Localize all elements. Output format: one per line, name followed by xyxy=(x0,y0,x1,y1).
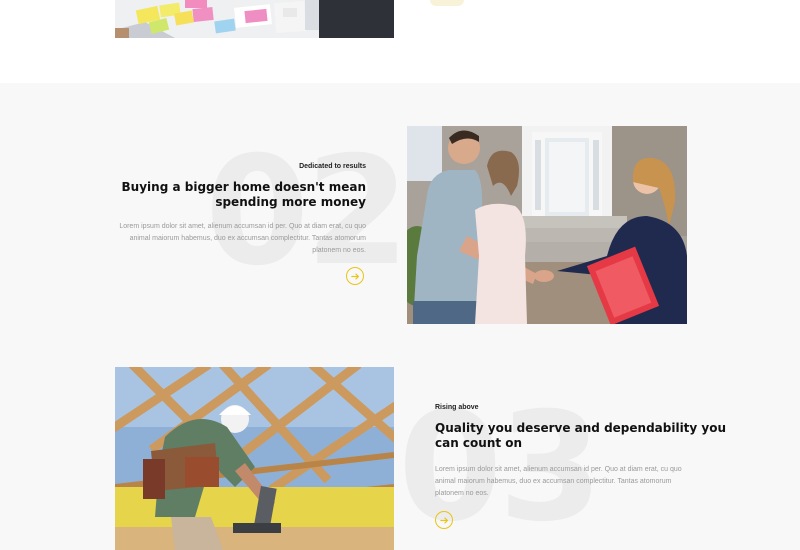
read-more-button[interactable] xyxy=(435,511,453,529)
handshake-photo xyxy=(407,126,687,324)
roof-construction-photo xyxy=(115,367,394,550)
description-line: platonem no eos. xyxy=(312,247,366,254)
features-section: 02 Dedicated to results Buying a bigger … xyxy=(0,83,800,550)
decorative-shape xyxy=(430,0,464,6)
feature-eyebrow: Dedicated to results xyxy=(299,163,366,170)
description-line: animal maiorum habemus, duo ex accumsan … xyxy=(435,478,672,485)
heading-line: Quality you deserve and dependability yo… xyxy=(435,421,727,435)
heading-line: spending more money xyxy=(215,195,366,209)
feature-description: Lorem ipsum dolor sit amet, alienum accu… xyxy=(119,221,366,257)
feature-number: 02 xyxy=(205,125,410,299)
feature-eyebrow: Rising above xyxy=(435,404,479,411)
top-section xyxy=(0,0,800,83)
heading-line: can count on xyxy=(435,436,523,450)
heading-line: Buying a bigger home doesn't mean xyxy=(121,180,366,194)
description-line: Lorem ipsum dolor sit amet, alienum accu… xyxy=(435,466,682,473)
description-line: animal maiorum habemus, duo ex accumsan … xyxy=(129,235,366,242)
feature-heading: Buying a bigger home doesn't mean spendi… xyxy=(122,180,366,210)
description-line: platonem no eos. xyxy=(435,490,489,497)
arrow-right-icon xyxy=(350,272,359,280)
arrow-right-icon xyxy=(439,516,448,524)
read-more-button[interactable] xyxy=(346,267,364,285)
feature-heading: Quality you deserve and dependability yo… xyxy=(435,421,726,451)
feature-description: Lorem ipsum dolor sit amet, alienum accu… xyxy=(435,464,682,500)
sticky-notes-photo xyxy=(115,0,394,38)
description-line: Lorem ipsum dolor sit amet, alienum accu… xyxy=(119,223,366,230)
